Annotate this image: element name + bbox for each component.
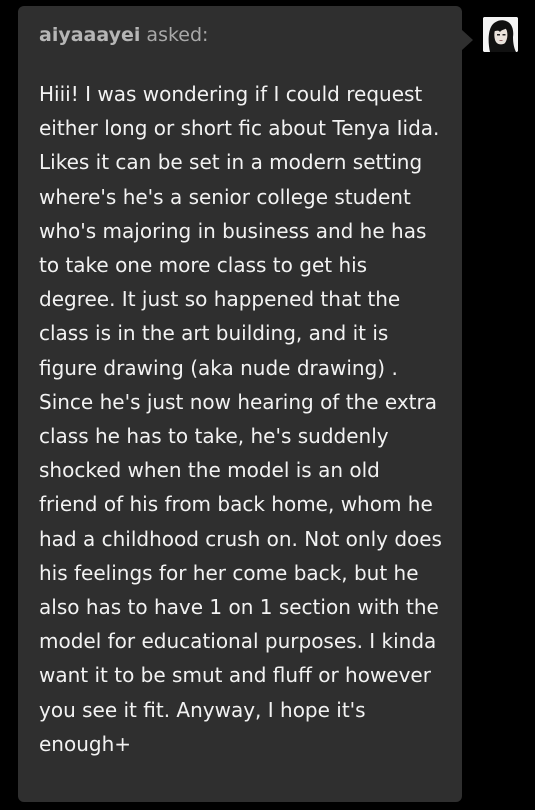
asker-verb: asked: <box>140 24 209 46</box>
asker-name-link[interactable]: aiyaaayei <box>39 24 140 46</box>
asker-line: aiyaaayei asked: <box>39 22 442 48</box>
question-text: Hiii! I was wondering if I could request… <box>39 82 442 756</box>
user-avatar-icon <box>483 17 518 52</box>
ask-bubble: aiyaaayei asked: Hiii! I was wondering i… <box>18 6 473 802</box>
asker-avatar[interactable] <box>483 17 518 52</box>
bubble-tail <box>462 30 473 50</box>
